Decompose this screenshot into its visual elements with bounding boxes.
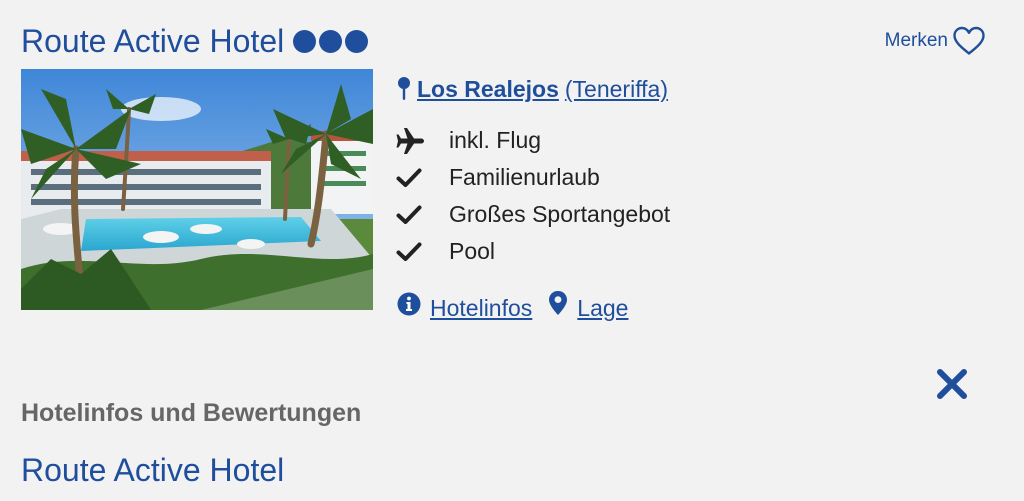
- heart-outline-icon: [952, 26, 986, 56]
- close-button[interactable]: [934, 366, 970, 402]
- location-marker-icon: [548, 290, 568, 325]
- rating-dots: [293, 29, 369, 53]
- location-city-link[interactable]: Los Realejos: [417, 72, 559, 106]
- lage-link[interactable]: Lage: [548, 290, 628, 325]
- feature-label: Familienurlaub: [449, 164, 600, 190]
- feature-list: inkl. Flug Familienurlaub Großes Sportan…: [396, 122, 670, 270]
- feature-label: Pool: [449, 238, 496, 264]
- lage-label: Lage: [577, 294, 629, 321]
- map-pin-icon: [397, 76, 411, 102]
- hotel-photo[interactable]: [21, 69, 373, 310]
- rating-dot-icon: [345, 29, 369, 53]
- airplane-icon: [396, 127, 428, 155]
- check-icon: [396, 167, 428, 189]
- close-x-icon: [937, 369, 967, 399]
- section-heading: Hotelinfos und Bewertungen: [21, 399, 362, 427]
- hotelinfos-link[interactable]: Hotelinfos: [397, 291, 532, 325]
- location: Los Realejos (Teneriffa): [397, 72, 668, 106]
- hotel-header: Route Active Hotel: [21, 20, 369, 62]
- merken-button[interactable]: Merken: [885, 24, 986, 58]
- feature-item: inkl. Flug: [396, 122, 670, 159]
- feature-item: Großes Sportangebot: [396, 196, 670, 233]
- feature-label: inkl. Flug: [449, 127, 542, 153]
- feature-label: Großes Sportangebot: [449, 201, 671, 227]
- check-icon: [396, 241, 428, 263]
- hotel-title: Route Active Hotel: [21, 23, 285, 59]
- rating-dot-icon: [319, 29, 343, 53]
- check-icon: [396, 204, 428, 226]
- merken-label: Merken: [884, 30, 948, 51]
- location-region-link[interactable]: (Teneriffa): [565, 72, 668, 106]
- hotel-links: Hotelinfos Lage: [397, 290, 628, 325]
- feature-item: Pool: [396, 233, 670, 270]
- hotelinfos-label: Hotelinfos: [430, 294, 533, 321]
- section-hotel-title: Route Active Hotel: [21, 452, 285, 488]
- info-circle-icon: [397, 291, 421, 325]
- rating-dot-icon: [293, 29, 317, 53]
- feature-item: Familienurlaub: [396, 159, 670, 196]
